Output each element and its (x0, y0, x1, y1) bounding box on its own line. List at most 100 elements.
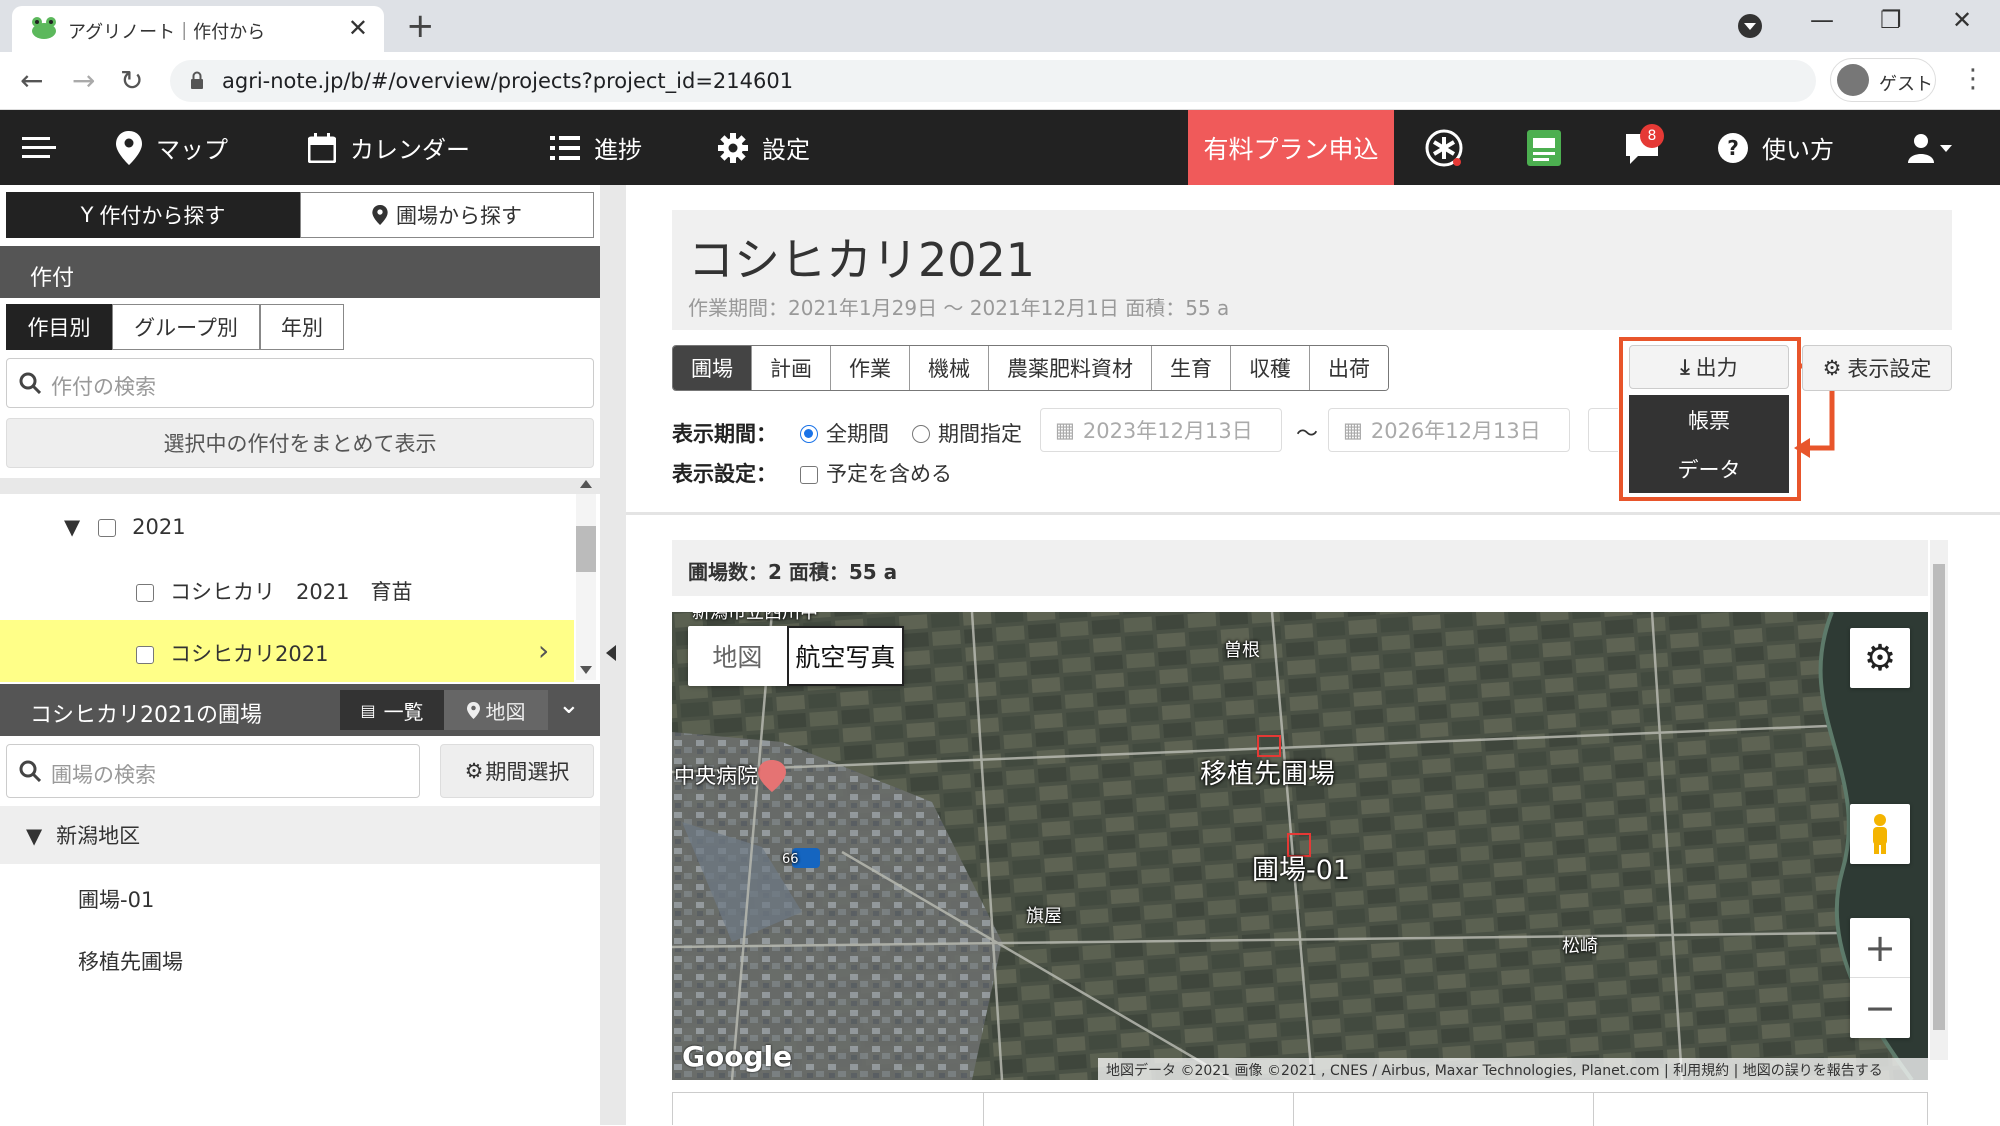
fields-section-title: コシヒカリ2021の圃場 (30, 703, 262, 728)
restore-icon[interactable]: ❐ (1880, 6, 1902, 34)
date-from-input[interactable]: ▦ 2023年12月13日 (1040, 408, 1282, 452)
tree-crop-item[interactable]: コシヒカリ 2021 育苗 (136, 576, 412, 606)
view-list-button[interactable]: ▤ 一覧 (340, 690, 444, 730)
tab-harvest[interactable]: 収穫 (1230, 346, 1309, 390)
scrollbar-thumb[interactable] (576, 526, 596, 572)
year-checkbox[interactable] (98, 519, 117, 537)
show-selected-crops-button[interactable]: 選択中の作付をまとめて表示 (6, 418, 594, 468)
list-icon: ▤ (360, 700, 376, 720)
tab-search-icon[interactable] (1738, 14, 1762, 38)
tab-by-year[interactable]: 年別 (260, 304, 344, 350)
zoom-in-icon[interactable]: + (1850, 918, 1910, 978)
map-type-label: 航空写真 (795, 643, 896, 672)
field-search-placeholder: 圃場の検索 (51, 763, 156, 787)
field-list-item[interactable]: 圃場-01 (78, 884, 154, 914)
menu-toggle[interactable] (22, 110, 70, 185)
tab-label: 機械 (928, 357, 970, 381)
scroll-up-icon[interactable] (580, 480, 592, 488)
nav-calendar[interactable]: カレンダー (308, 110, 470, 185)
period-select-button[interactable]: ⚙ 期間選択 (440, 744, 594, 798)
map-type-satellite[interactable]: 航空写真 (786, 626, 904, 686)
tab-materials[interactable]: 農薬肥料資材 (988, 346, 1151, 390)
date-to-input[interactable]: ▦ 2026年12月13日 (1328, 408, 1570, 452)
reload-icon[interactable]: ↻ (120, 64, 143, 97)
sidebar-splitter[interactable] (600, 185, 626, 1125)
back-icon[interactable]: ← (20, 64, 43, 97)
region-label: 新潟地区 (56, 824, 141, 848)
caret-down-icon[interactable]: ▼ (64, 515, 80, 539)
window-close-icon[interactable]: ✕ (1952, 6, 1972, 34)
crop-checkbox[interactable] (136, 646, 154, 664)
display-settings-label: 表示設定 (1847, 357, 1932, 381)
collapse-left-icon[interactable] (606, 645, 616, 661)
omnibox[interactable]: agri-note.jp/b/#/overview/projects?proje… (170, 60, 1816, 102)
tab-shipment[interactable]: 出荷 (1309, 346, 1388, 390)
minimize-icon[interactable]: — (1810, 6, 1834, 34)
nav-map-label: マップ (156, 136, 228, 164)
export-button[interactable]: ⤓ 出力 (1629, 345, 1789, 389)
search-icon (19, 760, 41, 782)
apply-period-button[interactable] (1588, 408, 1618, 452)
map-view[interactable]: 66 新潟市立西川中 曽根 中央病院 移植先圃場 圃場-01 旗屋 松崎 地図 … (672, 612, 1928, 1080)
radio-all-indicator[interactable] (800, 425, 818, 443)
map-field-label-transplant[interactable]: 移植先圃場 (1200, 752, 1335, 791)
map-pin-icon (466, 701, 480, 719)
main-scrollbar[interactable] (1930, 540, 1948, 1060)
forward-icon[interactable]: → (72, 64, 95, 97)
browser-menu-icon[interactable]: ⋮ (1960, 64, 1986, 94)
map-attribution-text: 地図データ ©2021 画像 ©2021 , CNES / Airbus, Ma… (1106, 1063, 1883, 1079)
tab-by-year-label: 年別 (281, 316, 323, 340)
include-plans-option[interactable]: 予定を含める (800, 458, 952, 488)
tab-by-crop-type[interactable]: 作目別 (6, 304, 112, 350)
radio-range-indicator[interactable] (912, 425, 930, 443)
tab-label: 計画 (770, 357, 812, 381)
scroll-down-icon[interactable] (580, 666, 592, 674)
tab-search-by-field[interactable]: 圃場から探す (300, 192, 594, 238)
tab-plan[interactable]: 計画 (751, 346, 830, 390)
map-label-hospital: 中央病院 (674, 764, 758, 788)
tab-by-group[interactable]: グループ別 (112, 304, 260, 350)
nav-help-label: 使い方 (1762, 136, 1834, 164)
street-view-pegman-icon[interactable] (1850, 804, 1910, 864)
frog-favicon-icon (32, 17, 56, 39)
field-list-item[interactable]: 移植先圃場 (78, 946, 183, 976)
map-settings-gear-icon[interactable]: ⚙ (1850, 628, 1910, 688)
export-menu-item-data[interactable]: データ (1629, 444, 1789, 493)
user-menu[interactable] (1908, 110, 1968, 185)
profile-button[interactable]: ゲスト (1830, 58, 1936, 102)
nav-settings[interactable]: 設定 (718, 110, 810, 185)
view-map-button[interactable]: 地図 (444, 690, 548, 730)
tree-scrollbar[interactable] (576, 480, 596, 680)
tree-year-node[interactable]: ▼ 2021 (64, 515, 186, 539)
tab-search-by-crop[interactable]: Y 作付から探す (6, 192, 300, 238)
nav-progress[interactable]: 進捗 (550, 110, 642, 185)
radio-range-period[interactable]: 期間指定 (912, 418, 1022, 448)
browser-tab[interactable]: アグリノート｜作付から ✕ (12, 6, 384, 52)
nav-help[interactable]: ? 使い方 (1718, 110, 1834, 185)
asterisk-circle-icon[interactable] (1424, 128, 1464, 168)
tab-fields[interactable]: 圃場 (673, 346, 751, 390)
include-plans-checkbox[interactable] (800, 466, 818, 484)
tab-work[interactable]: 作業 (830, 346, 909, 390)
crop-checkbox[interactable] (136, 584, 154, 602)
caret-down-icon[interactable]: ▼ (26, 824, 42, 848)
display-settings-button[interactable]: ⚙ 表示設定 (1802, 345, 1952, 391)
tab-machine[interactable]: 機械 (909, 346, 988, 390)
paid-plan-button[interactable]: 有料プラン申込 (1188, 110, 1394, 185)
map-field-label-01[interactable]: 圃場-01 (1252, 848, 1350, 887)
close-tab-icon[interactable]: ✕ (348, 14, 368, 42)
radio-all-period[interactable]: 全期間 (800, 418, 889, 448)
collapse-chevron-icon[interactable]: ⌄ (558, 690, 580, 720)
show-selected-crops-label: 選択中の作付をまとめて表示 (163, 432, 437, 456)
scrollbar-thumb[interactable] (1933, 564, 1945, 1030)
new-tab-icon[interactable]: + (406, 6, 435, 46)
map-type-roadmap[interactable]: 地図 (688, 626, 787, 686)
field-search-input[interactable]: 圃場の検索 (6, 744, 420, 798)
chevron-right-icon[interactable]: › (538, 634, 549, 667)
zoom-out-icon[interactable]: − (1850, 978, 1910, 1038)
nav-map[interactable]: マップ (116, 110, 228, 185)
crop-search-input[interactable]: 作付の検索 (6, 358, 594, 408)
export-menu-item-report[interactable]: 帳票 (1629, 395, 1789, 444)
tab-growth[interactable]: 生育 (1151, 346, 1230, 390)
farm-report-icon[interactable] (1524, 128, 1564, 168)
